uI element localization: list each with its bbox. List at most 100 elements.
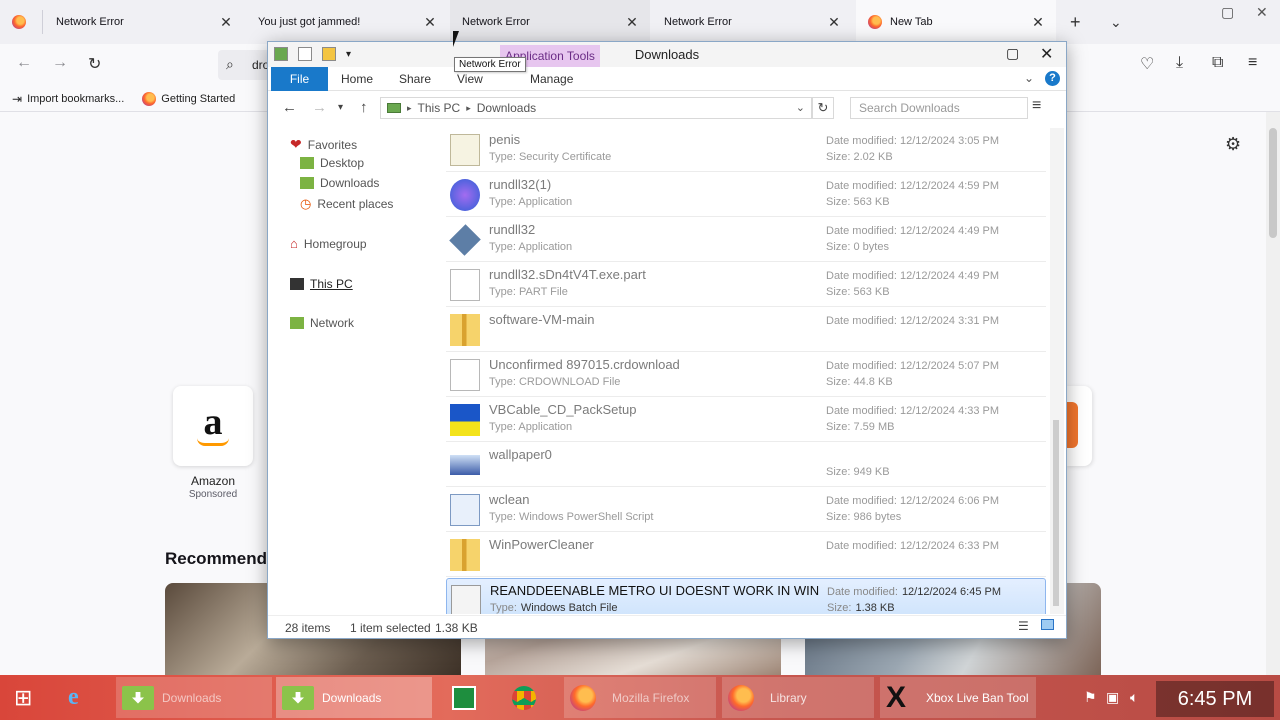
file-size: Size: 44.8 KB: [826, 376, 893, 388]
tab-network-error-3[interactable]: Network Error ✕: [652, 0, 852, 44]
taskbar-downloads-2[interactable]: Downloads: [276, 677, 432, 718]
file-row[interactable]: rundll32 Type: Application Date modified: …: [446, 218, 1046, 262]
file-row[interactable]: penis Type: Security Certificate Date modi…: [446, 128, 1046, 172]
explorer-title-bar: ▾ Application Tools Downloads ▢ ✕: [268, 42, 1066, 67]
tab-home[interactable]: Home: [341, 67, 373, 91]
pocket-icon[interactable]: ♡: [1140, 54, 1154, 74]
scrollbar-thumb[interactable]: [1269, 128, 1277, 238]
tab-network-error-2[interactable]: Network Error ✕: [450, 0, 650, 44]
back-arrow-icon[interactable]: ←: [282, 99, 297, 116]
file-list-scrollbar[interactable]: [1050, 128, 1064, 614]
tray-flag-icon[interactable]: ⚑: [1084, 689, 1097, 706]
taskbar-downloads-1[interactable]: Downloads: [116, 677, 272, 718]
address-bar[interactable]: ▸ This PC ▸ Downloads ⌄: [380, 97, 812, 119]
monitor-icon: [290, 278, 304, 290]
taskbar-clock[interactable]: 6:45 PM: [1156, 681, 1274, 717]
nav-network[interactable]: Network: [290, 316, 354, 330]
file-row[interactable]: WinPowerCleaner Date modified: 12/12/2024…: [446, 533, 1046, 577]
file-name: Unconfirmed 897015.crdownload: [489, 357, 680, 372]
search-icon: ⌕: [226, 56, 234, 72]
refresh-icon[interactable]: ↻: [812, 97, 834, 119]
chrome-button[interactable]: [506, 677, 546, 718]
internet-explorer-button[interactable]: e: [62, 677, 106, 718]
store-button[interactable]: [446, 677, 484, 718]
file-row[interactable]: rundll32.sDn4tV4T.exe.part Type: PART Fil…: [446, 263, 1046, 307]
file-row[interactable]: Unconfirmed 897015.crdownload Type: CRDOW…: [446, 353, 1046, 397]
file-row[interactable]: software-VM-main Date modified: 12/12/202…: [446, 308, 1046, 352]
restore-window-icon[interactable]: ▢: [1221, 4, 1234, 21]
tab-share[interactable]: Share: [399, 67, 431, 91]
gear-icon[interactable]: ⚙: [1225, 134, 1241, 155]
view-menu-icon[interactable]: ≡: [1032, 97, 1041, 115]
expand-ribbon-chevron-icon[interactable]: ⌄: [1024, 71, 1034, 85]
nav-label: Downloads: [320, 176, 380, 190]
nav-desktop[interactable]: Desktop: [300, 156, 364, 170]
menu-hamburger-icon[interactable]: ≡: [1248, 54, 1257, 72]
firefox-view-icon[interactable]: [12, 15, 26, 29]
forward-arrow-icon[interactable]: →: [312, 99, 327, 116]
large-icons-view-icon[interactable]: [1041, 619, 1054, 630]
reload-icon[interactable]: ↻: [88, 54, 101, 74]
extensions-icon[interactable]: ⧉: [1212, 54, 1223, 72]
file-row[interactable]: wallpaper0 Size: 949 KB: [446, 443, 1046, 487]
close-window-icon[interactable]: ✕: [1256, 4, 1268, 21]
tab-manage[interactable]: Manage: [530, 67, 573, 91]
tab-new-tab[interactable]: New Tab ✕: [856, 0, 1056, 44]
batch-file-icon: [451, 585, 481, 614]
maximize-icon[interactable]: ▢: [1006, 45, 1019, 62]
nav-recent-places[interactable]: ◷ Recent places: [300, 196, 393, 212]
list-all-tabs-chevron-icon[interactable]: ⌄: [1110, 14, 1122, 31]
pc-icon: [387, 103, 401, 113]
file-type-label: Type:: [490, 602, 517, 614]
file-row[interactable]: VBCable_CD_PackSetup Type: Application Dat…: [446, 398, 1046, 442]
forward-arrow-icon[interactable]: →: [52, 54, 68, 72]
close-window-icon[interactable]: ✕: [1040, 44, 1053, 64]
file-row[interactable]: wclean Type: Windows PowerShell Script Dat…: [446, 488, 1046, 532]
recent-locations-chevron-icon[interactable]: ▾: [338, 102, 343, 113]
taskbar-xbox-live-ban-tool[interactable]: X Xbox Live Ban Tool: [880, 677, 1036, 718]
tab-file[interactable]: File: [271, 67, 328, 91]
breadcrumb-downloads[interactable]: Downloads: [477, 101, 536, 115]
windows-logo-icon: ⊞: [14, 684, 33, 710]
tab-label: New Tab: [890, 16, 933, 28]
tray-network-icon[interactable]: ▣: [1106, 689, 1119, 706]
up-arrow-icon[interactable]: ↑: [360, 99, 368, 116]
nav-favorites[interactable]: ❤ Favorites: [290, 136, 357, 153]
nav-label: Favorites: [307, 137, 358, 152]
file-row[interactable]: REANDDEENABLE METRO UI DOESNT WORK IN WI…: [446, 578, 1046, 614]
nav-label: Recent places: [317, 197, 394, 211]
taskbar-firefox[interactable]: Mozilla Firefox: [564, 677, 716, 718]
tray-volume-icon[interactable]: 🔈︎: [1130, 689, 1138, 706]
close-icon[interactable]: ✕: [826, 14, 842, 31]
search-input[interactable]: Search Downloads: [850, 97, 1028, 119]
close-icon[interactable]: ✕: [218, 14, 234, 31]
tab-you-just-got-jammed[interactable]: You just got jammed! ✕: [246, 0, 448, 44]
back-arrow-icon[interactable]: ←: [16, 54, 32, 72]
new-tab-plus-icon[interactable]: +: [1070, 12, 1081, 33]
close-icon[interactable]: ✕: [422, 14, 438, 31]
nav-downloads[interactable]: Downloads: [300, 176, 379, 190]
getting-started-link[interactable]: Getting Started: [142, 91, 235, 106]
amazon-shortcut[interactable]: a: [173, 386, 253, 466]
bookmark-label: Import bookmarks...: [27, 92, 125, 105]
breadcrumb-separator-icon: ▸: [407, 102, 412, 113]
address-dropdown-chevron-icon[interactable]: ⌄: [796, 101, 805, 114]
tab-network-error-1[interactable]: Network Error ✕: [44, 0, 244, 44]
file-size: Size: 1.38 KB: [827, 602, 895, 614]
breadcrumb-this-pc[interactable]: This PC: [418, 101, 461, 115]
file-date: Date modified: 12/12/2024 6:45 PM: [827, 586, 1001, 598]
help-icon[interactable]: ?: [1045, 71, 1060, 86]
downloads-icon[interactable]: ⤓: [1176, 54, 1183, 72]
start-button[interactable]: ⊞: [8, 677, 46, 718]
nav-this-pc[interactable]: This PC: [290, 277, 353, 291]
file-type-value: Windows Batch File: [520, 602, 618, 614]
import-bookmarks-link[interactable]: ⇥ Import bookmarks...: [12, 92, 124, 106]
close-icon[interactable]: ✕: [624, 14, 640, 31]
taskbar-library[interactable]: Library: [722, 677, 874, 718]
scrollbar-thumb[interactable]: [1053, 420, 1059, 606]
nav-homegroup[interactable]: ⌂ Homegroup: [290, 236, 367, 251]
page-scrollbar[interactable]: [1266, 112, 1280, 675]
details-view-icon[interactable]: ☰: [1018, 619, 1029, 633]
file-row[interactable]: rundll32(1) Type: Application Date modifie…: [446, 173, 1046, 217]
close-icon[interactable]: ✕: [1030, 14, 1046, 31]
